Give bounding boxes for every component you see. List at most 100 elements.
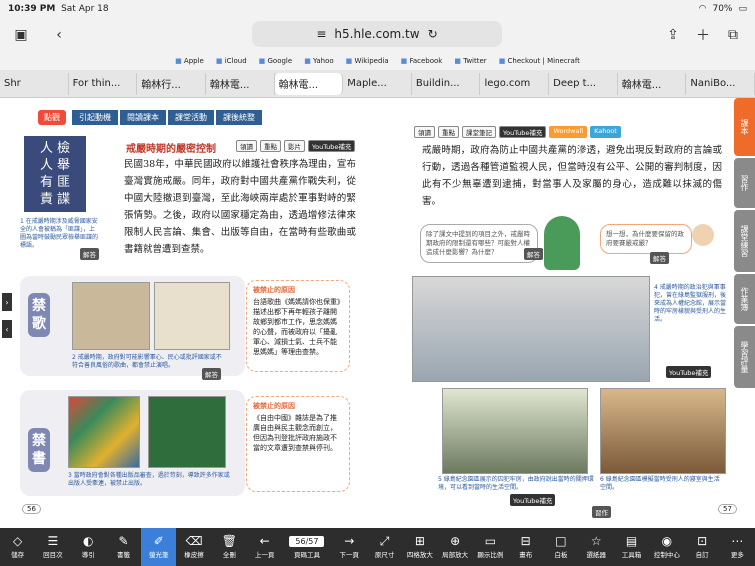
- arrow-left-icon: ←: [259, 534, 270, 548]
- address-bar[interactable]: ≡ h5.hle.com.tw ↻: [252, 21, 502, 47]
- nav-step[interactable]: 引起動機: [72, 110, 118, 125]
- banned-songs-label: 禁歌: [28, 293, 50, 337]
- page-indicator[interactable]: 56/57: [289, 535, 325, 547]
- contents-button[interactable]: ☰ 回目次: [35, 528, 70, 566]
- youtube-button[interactable]: YouTube補充: [510, 494, 556, 506]
- bookmark-item[interactable]: iCloud: [216, 57, 247, 65]
- tab[interactable]: lego.com: [480, 72, 550, 95]
- custom-icon: ⊡: [697, 534, 708, 548]
- highlighter-button[interactable]: ✐ 螢光筆: [141, 528, 177, 566]
- bookmark-item[interactable]: Twitter: [454, 57, 486, 65]
- bookmark-item[interactable]: Wikipedia: [346, 57, 388, 65]
- prev-page-button[interactable]: ← 上一頁: [247, 528, 282, 566]
- youtube-button[interactable]: YouTube補充: [666, 366, 712, 378]
- back-icon[interactable]: ‹: [46, 22, 72, 48]
- chip-wordwall[interactable]: Wordwall: [549, 126, 588, 138]
- tab[interactable]: 翰林電...: [618, 72, 687, 95]
- next-page-button[interactable]: → 下一頁: [332, 528, 367, 566]
- side-tab-homework[interactable]: 作業簿: [734, 274, 755, 324]
- side-tab-assessment[interactable]: 學習評量: [734, 326, 755, 388]
- banned-books-photo: [68, 396, 140, 468]
- chip-video[interactable]: 影片: [284, 140, 305, 152]
- canvas-button[interactable]: ⊟ 畫布: [508, 528, 543, 566]
- control-center-button[interactable]: ◉ 控制中心: [649, 528, 684, 566]
- poster-caption: 1 在戒嚴時期涉及威脅國家安全的人會被稱為「匪諜」，上圖為當時鼓勵民眾檢舉匪諜的…: [20, 218, 99, 249]
- chip-key[interactable]: 重點: [438, 126, 459, 138]
- chip-youtube[interactable]: YouTube補充: [308, 140, 356, 152]
- share-icon[interactable]: ⇪: [660, 22, 686, 48]
- song-document-photo: [154, 282, 230, 350]
- resource-chips: 領讀 重點 影片 YouTube補充: [236, 140, 356, 152]
- nav-step[interactable]: 課後統整: [216, 110, 262, 125]
- answer-button[interactable]: 解答: [650, 252, 669, 264]
- side-tab-textbook[interactable]: 課本: [734, 98, 755, 156]
- save-button[interactable]: ◇ 儲存: [0, 528, 35, 566]
- bookmark-item[interactable]: Facebook: [401, 57, 442, 65]
- custom-button[interactable]: ⊡ 自訂: [684, 528, 719, 566]
- grid-icon: ⊞: [414, 534, 425, 548]
- side-tab-workbook[interactable]: 習作: [734, 158, 755, 208]
- whiteboard-icon: □: [555, 534, 567, 548]
- page-number-left: 56: [22, 504, 41, 514]
- delete-all-button[interactable]: 🗑 全刪: [212, 528, 247, 566]
- bookmark-item[interactable]: Apple: [175, 57, 204, 65]
- bookmark-item[interactable]: Checkout | Minecraft: [499, 57, 580, 65]
- cell-corridor-photo: [442, 388, 588, 474]
- reason-text: 《自由中國》雜誌是為了推廣自由與民主觀念而創立，但因為刊登批評政府施政不當的文章…: [253, 414, 337, 452]
- bookmark-button[interactable]: ✎ 書籤: [106, 528, 141, 566]
- tab[interactable]: 翰林行...: [137, 72, 206, 95]
- chip-key[interactable]: 重點: [260, 140, 281, 152]
- eraser-button[interactable]: ⌫ 橡皮擦: [176, 528, 211, 566]
- tab[interactable]: Shr: [0, 72, 69, 95]
- chip-kahoot[interactable]: Kahoot: [590, 126, 621, 138]
- side-tab-practice[interactable]: 課堂練習: [734, 210, 755, 272]
- more-button[interactable]: ⋯ 更多: [720, 528, 755, 566]
- tab[interactable]: For thin...: [69, 72, 138, 95]
- chip-youtube[interactable]: YouTube補充: [499, 126, 547, 138]
- date: Sat Apr 18: [61, 4, 109, 14]
- collapse-arrow-icon[interactable]: ‹: [2, 320, 12, 338]
- bookmark-item[interactable]: Google: [259, 57, 293, 65]
- page-tool[interactable]: 56/57 頁碼工具: [282, 528, 331, 566]
- answer-button[interactable]: 解答: [524, 248, 543, 260]
- prison-cells-photo: [412, 276, 650, 382]
- zoom-ratio-button[interactable]: ▭ 顯示比例: [473, 528, 508, 566]
- nav-step[interactable]: 閱讀課本: [120, 110, 166, 125]
- original-size-button[interactable]: ⤢ 原尺寸: [367, 528, 402, 566]
- guide-button[interactable]: ◐ 導引: [71, 528, 106, 566]
- resource-chips-right: 領讀 重點 課堂筆記 YouTube補充 Wordwall Kahoot: [414, 126, 621, 138]
- free-china-cover: [148, 396, 226, 468]
- tab[interactable]: Buildin...: [412, 72, 481, 95]
- prev-arrow-icon[interactable]: ›: [2, 293, 12, 311]
- bookmark-item[interactable]: Yahoo: [304, 57, 334, 65]
- tab[interactable]: NaniBo...: [686, 72, 755, 95]
- grid-zoom-button[interactable]: ⊞ 四格放大: [402, 528, 437, 566]
- canvas-icon: ⊟: [520, 534, 531, 548]
- tab-active[interactable]: 翰林電...: [274, 72, 344, 95]
- tab[interactable]: Deep t...: [549, 72, 618, 95]
- selector-button[interactable]: ☆ 選紙器: [579, 528, 614, 566]
- chip-read[interactable]: 領讀: [414, 126, 435, 138]
- partial-zoom-button[interactable]: ⊕ 局部放大: [437, 528, 472, 566]
- contents-icon: ☰: [47, 534, 59, 548]
- nav-step[interactable]: 課堂活動: [168, 110, 214, 125]
- answer-button[interactable]: 解答: [202, 368, 221, 380]
- tabs-overview-icon[interactable]: ⧉: [720, 22, 746, 48]
- page-menu-icon[interactable]: ≡: [316, 27, 326, 41]
- chip-read[interactable]: 領讀: [236, 140, 257, 152]
- ebook-page: › ‹ 點觀 引起動機 閱讀課本 課堂活動 課後統整 檢舉匪諜 人人有責 1 在…: [0, 98, 755, 528]
- toolbox-button[interactable]: ▤ 工具箱: [614, 528, 649, 566]
- tab-strip: Shr For thin... 翰林行... 翰林電... 翰林電... Map…: [0, 70, 755, 98]
- tab[interactable]: 翰林電...: [206, 72, 275, 95]
- exercise-button[interactable]: 習作: [592, 506, 611, 518]
- sidebar-icon[interactable]: ▣: [8, 22, 34, 48]
- whiteboard-button[interactable]: □ 白板: [543, 528, 578, 566]
- answer-button[interactable]: 解答: [80, 248, 99, 260]
- new-tab-icon[interactable]: ＋: [690, 22, 716, 48]
- arrow-right-icon: →: [344, 534, 355, 548]
- chip-notes[interactable]: 課堂筆記: [462, 126, 496, 138]
- body-text-right: 戒嚴時期，政府為防止中國共產黨的滲透，避免出現反對政府的言論或行動，透過各種管道…: [422, 145, 722, 207]
- teacher-avatar: [692, 224, 714, 246]
- tab[interactable]: Maple...: [343, 72, 412, 95]
- reload-icon[interactable]: ↻: [428, 27, 438, 41]
